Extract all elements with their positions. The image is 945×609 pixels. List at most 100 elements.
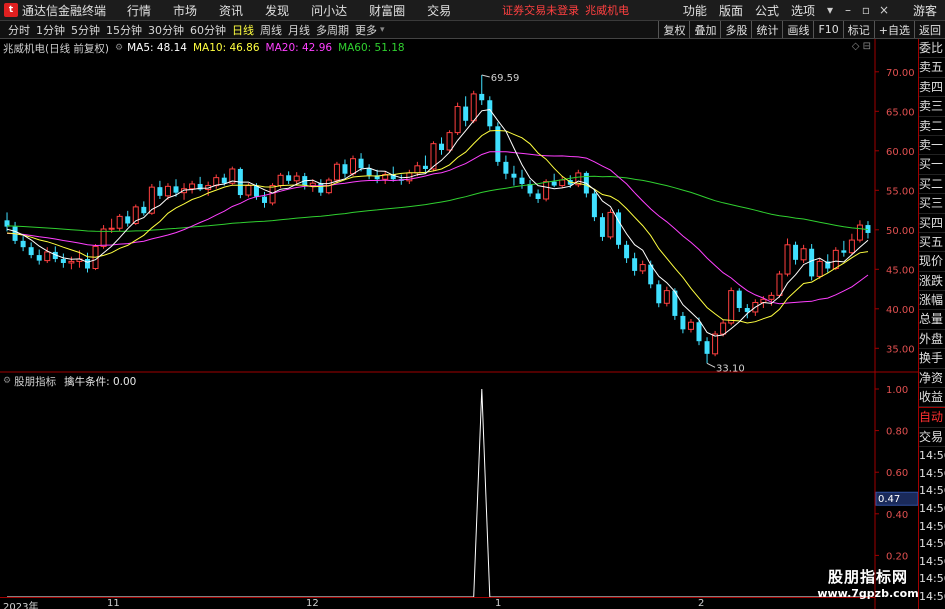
high-price-label: 69.59 <box>491 73 520 84</box>
candle-body <box>108 227 115 230</box>
ma5-label: MA5: 48.14 <box>127 42 187 54</box>
candle-body <box>125 216 131 224</box>
price-tick-label: 60.00 <box>886 147 915 158</box>
quote-field-label: 买四 <box>919 214 945 233</box>
settings-gear-icon[interactable]: ⚙ <box>115 43 123 53</box>
candle-body <box>624 244 630 259</box>
candle-body <box>712 333 719 355</box>
current-stock-name: 兆威机电 <box>585 4 630 17</box>
candle-body <box>591 193 597 218</box>
tab-more[interactable]: 更多 <box>352 22 380 38</box>
tab-multi-period[interactable]: 多周期 <box>313 22 352 38</box>
quote-field-label: 卖一 <box>919 136 945 156</box>
menu-bar: t 通达信金融终端 行情 市场 资讯 发现 问小达 财富圈 交易 证券交易未登录… <box>0 0 945 21</box>
candle-body <box>776 273 783 296</box>
draw-line-button[interactable]: 画线 <box>782 21 813 38</box>
quote-field-label: 换手 <box>919 349 945 369</box>
quote-field-label: 外盘 <box>919 330 945 350</box>
price-axis: 70.00 65.00 60.00 55.00 50.00 45.00 40.00 35.00 <box>875 68 915 355</box>
auto-label[interactable]: 自动 <box>919 408 945 428</box>
candle-body <box>607 211 614 238</box>
mark-button[interactable]: 标记 <box>842 21 874 38</box>
candle-body <box>479 93 485 101</box>
overlay-button[interactable]: 叠加 <box>689 21 720 38</box>
trade-label: 交易 <box>919 428 945 448</box>
indicator-title[interactable]: 股朋指标 <box>14 374 56 389</box>
candle-body <box>800 248 807 261</box>
close-icon[interactable]: × <box>875 3 893 17</box>
ma60-label: MA60: 51.18 <box>338 42 405 54</box>
indicator-tick-label: 0.80 <box>886 427 908 438</box>
menu-market[interactable]: 市场 <box>162 2 208 19</box>
ma20-line <box>6 151 869 305</box>
trade-time: 14:56 <box>919 606 945 609</box>
candle-body <box>439 143 445 151</box>
maximize-icon[interactable]: ▫ <box>857 3 875 17</box>
login-status[interactable]: 证券交易未登录 <box>502 2 579 18</box>
quote-field-label: 卖二 <box>919 117 945 136</box>
cursor-value-label: 0.47 <box>878 494 900 505</box>
candle-body <box>366 168 372 176</box>
adjust-button[interactable]: 复权 <box>658 21 689 38</box>
candle-body <box>414 165 421 174</box>
period-toolbar: 分时 1分钟 5分钟 15分钟 30分钟 60分钟 日线 周线 月线 多周期 更… <box>0 21 945 39</box>
back-button[interactable]: 返回 <box>914 21 945 38</box>
price-tick-label: 70.00 <box>886 68 915 79</box>
quote-field-label: 买一 <box>919 155 945 175</box>
candle-body <box>221 177 227 184</box>
multi-stock-button[interactable]: 多股 <box>720 21 751 38</box>
quote-field-label: 卖三 <box>919 97 945 117</box>
guest-label[interactable]: 游客 <box>913 2 937 19</box>
add-watchlist-button[interactable]: +自选 <box>873 21 914 38</box>
minimize-icon[interactable]: – <box>839 3 857 17</box>
candle-body <box>784 244 791 275</box>
candle-body <box>350 158 357 175</box>
candle-body <box>680 315 686 330</box>
quote-field-label: 卖四 <box>919 78 945 98</box>
trade-time: 14:56 <box>919 501 945 515</box>
candle-body <box>832 249 839 270</box>
candle-body <box>559 179 566 187</box>
quote-field-label: 买二 <box>919 175 945 195</box>
menu-quotes[interactable]: 行情 <box>116 2 162 19</box>
candle-body <box>720 322 727 335</box>
quote-field-label: 买五 <box>919 233 945 253</box>
tab-daily[interactable]: 日线 <box>229 22 257 38</box>
candle-body <box>84 259 90 269</box>
tab-5min[interactable]: 5分钟 <box>68 22 103 38</box>
tab-1min[interactable]: 1分钟 <box>33 22 68 38</box>
dropdown-icon[interactable]: ▾ <box>821 3 839 17</box>
date-label: 11 <box>107 598 120 609</box>
f10-button[interactable]: F10 <box>813 21 842 38</box>
menu-layout[interactable]: 版面 <box>713 2 749 19</box>
menu-function[interactable]: 功能 <box>677 2 713 19</box>
indicator-tick-label: 0.60 <box>886 468 908 479</box>
candle-body <box>696 322 702 342</box>
tab-15min[interactable]: 15分钟 <box>103 22 145 38</box>
candle-body <box>454 106 461 134</box>
tab-weekly[interactable]: 周线 <box>257 22 285 38</box>
tab-monthly[interactable]: 月线 <box>285 22 313 38</box>
menu-options[interactable]: 选项 <box>785 2 821 19</box>
tab-60min[interactable]: 60分钟 <box>187 22 229 38</box>
indicator-panel: 1.00 0.80 0.60 0.40 0.20 0.47 <box>7 385 918 598</box>
menu-discover[interactable]: 发现 <box>254 2 300 19</box>
kline-chart[interactable]: 70.00 65.00 60.00 55.00 50.00 45.00 40.00 35.00… <box>0 39 918 609</box>
quote-field-label: 总量 <box>919 310 945 330</box>
menu-formula[interactable]: 公式 <box>749 2 785 19</box>
indicator-settings-icon[interactable]: ⚙ <box>3 376 11 386</box>
date-label: 12 <box>306 598 319 609</box>
tab-intraday[interactable]: 分时 <box>5 22 33 38</box>
menu-trade[interactable]: 交易 <box>416 2 462 19</box>
candle-body <box>60 259 66 263</box>
statistics-button[interactable]: 统计 <box>751 21 782 38</box>
menu-wealth-circle[interactable]: 财富圈 <box>358 2 416 19</box>
signal-line <box>7 388 868 598</box>
chart-expand-icons[interactable]: ◇ ⊟ <box>852 41 871 52</box>
menu-ask[interactable]: 问小达 <box>300 2 358 19</box>
candle-body <box>446 132 453 151</box>
more-dropdown-icon[interactable]: ▾ <box>380 25 385 35</box>
menu-news[interactable]: 资讯 <box>208 2 254 19</box>
date-label: 2 <box>698 598 705 609</box>
tab-30min[interactable]: 30分钟 <box>145 22 187 38</box>
